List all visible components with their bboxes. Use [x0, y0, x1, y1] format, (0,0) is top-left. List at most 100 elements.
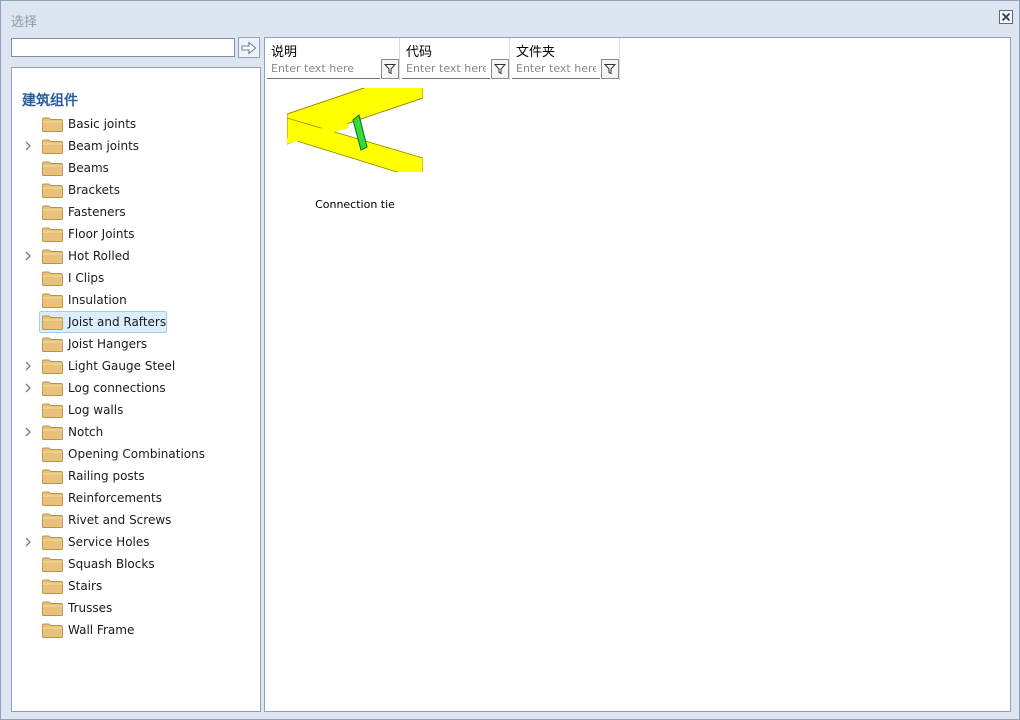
tree-item-label: Reinforcements: [68, 491, 162, 505]
tree-item-label: Beam joints: [68, 139, 140, 153]
tree-item-hot-rolled[interactable]: Hot Rolled: [12, 245, 260, 267]
tree-item-wall-frame[interactable]: Wall Frame: [12, 619, 260, 641]
column-header-1[interactable]: 说明: [265, 38, 400, 80]
chevron-right-icon[interactable]: [22, 250, 34, 262]
tree-item-label: Wall Frame: [68, 623, 135, 637]
tree-item-service-holes[interactable]: Service Holes: [12, 531, 260, 553]
tree-item-rivet-and-screws[interactable]: Rivet and Screws: [12, 509, 260, 531]
title-bar: 选择: [1, 1, 1019, 35]
column-title: 文件夹: [516, 45, 556, 60]
filter-icon: [604, 64, 616, 75]
chevron-right-icon[interactable]: [22, 536, 34, 548]
results-panel: 说明 代码 文件夹 Connection tie: [264, 37, 1011, 712]
selection-dialog: 选择 建筑组件 Basic joints Beam joints Beams Brac…: [0, 0, 1020, 720]
tree-item-label: Log walls: [68, 403, 124, 417]
tree-item-beams[interactable]: Beams: [12, 157, 260, 179]
column-title: 说明: [271, 45, 298, 60]
folder-icon: [42, 513, 63, 528]
tree-item-reinforcements[interactable]: Reinforcements: [12, 487, 260, 509]
tree-item-label: Service Holes: [68, 535, 150, 549]
tree-item-label: Beams: [68, 161, 109, 175]
filter-icon: [494, 64, 506, 75]
folder-icon: [42, 161, 63, 176]
tree-item-notch[interactable]: Notch: [12, 421, 260, 443]
column-filter-input[interactable]: [512, 59, 600, 79]
tree-item-basic-joints[interactable]: Basic joints: [12, 113, 260, 135]
folder-icon: [42, 623, 63, 638]
tree-item-joist-and-rafters[interactable]: Joist and Rafters: [12, 311, 260, 333]
chevron-right-icon[interactable]: [22, 426, 34, 438]
search-input[interactable]: [11, 38, 235, 57]
tree-item-stairs[interactable]: Stairs: [12, 575, 260, 597]
tree-item-label: Stairs: [68, 579, 103, 593]
column-filter-button[interactable]: [601, 59, 619, 79]
folder-icon: [42, 227, 63, 242]
tree-item-label: Opening Combinations: [68, 447, 205, 461]
tree-item-label: Trusses: [68, 601, 113, 615]
tree-item-insulation[interactable]: Insulation: [12, 289, 260, 311]
tree-item-log-walls[interactable]: Log walls: [12, 399, 260, 421]
tree-item-label: Railing posts: [68, 469, 145, 483]
tree-item-label: Hot Rolled: [68, 249, 130, 263]
tree-item-floor-joints[interactable]: Floor Joints: [12, 223, 260, 245]
tree-item-beam-joints[interactable]: Beam joints: [12, 135, 260, 157]
tree-item-joist-hangers[interactable]: Joist Hangers: [12, 333, 260, 355]
folder-icon: [42, 491, 63, 506]
folder-icon: [42, 535, 63, 550]
tree-item-fasteners[interactable]: Fasteners: [12, 201, 260, 223]
tree-item-brackets[interactable]: Brackets: [12, 179, 260, 201]
tree-item-label: Log connections: [68, 381, 166, 395]
arrow-right-icon: [241, 40, 257, 55]
close-button[interactable]: [999, 10, 1013, 24]
column-filter-input[interactable]: [402, 59, 490, 79]
tree-item-label: Fasteners: [68, 205, 126, 219]
tree-item-log-connections[interactable]: Log connections: [12, 377, 260, 399]
result-item-connection-tie[interactable]: Connection tie: [287, 88, 423, 218]
tree-list: Basic joints Beam joints Beams Brackets Fast…: [12, 113, 260, 641]
result-item-label: Connection tie: [315, 198, 395, 211]
tree-root-label[interactable]: 建筑组件: [22, 90, 78, 110]
tree-item-label: Light Gauge Steel: [68, 359, 176, 373]
folder-icon: [42, 337, 63, 352]
category-tree: 建筑组件 Basic joints Beam joints Beams Bracket…: [11, 67, 261, 712]
folder-icon: [42, 359, 63, 374]
tree-item-railing-posts[interactable]: Railing posts: [12, 465, 260, 487]
folder-icon: [42, 381, 63, 396]
folder-icon: [42, 601, 63, 616]
tree-item-label: Basic joints: [68, 117, 137, 131]
folder-icon: [42, 293, 63, 308]
connection-tie-thumbnail: [287, 88, 423, 172]
tree-item-label: Squash Blocks: [68, 557, 155, 571]
column-filter-button[interactable]: [491, 59, 509, 79]
filter-icon: [384, 64, 396, 75]
tree-item-trusses[interactable]: Trusses: [12, 597, 260, 619]
column-title: 代码: [406, 45, 433, 60]
folder-icon: [42, 117, 63, 132]
chevron-right-icon[interactable]: [22, 360, 34, 372]
column-header-3[interactable]: 文件夹: [510, 38, 620, 80]
tree-item-label: Brackets: [68, 183, 120, 197]
tree-item-label: Joist and Rafters: [68, 315, 167, 329]
column-filter-button[interactable]: [381, 59, 399, 79]
tree-item-i-clips[interactable]: I Clips: [12, 267, 260, 289]
window-title: 选择: [11, 15, 38, 30]
tree-item-light-gauge-steel[interactable]: Light Gauge Steel: [12, 355, 260, 377]
folder-icon: [42, 205, 63, 220]
chevron-right-icon[interactable]: [22, 140, 34, 152]
tree-item-label: Joist Hangers: [68, 337, 148, 351]
column-header-2[interactable]: 代码: [400, 38, 510, 80]
folder-icon: [42, 271, 63, 286]
folder-icon: [42, 447, 63, 462]
folder-icon: [42, 249, 63, 264]
column-filter-input[interactable]: [267, 59, 380, 79]
tree-item-label: Insulation: [68, 293, 127, 307]
search-go-button[interactable]: [238, 37, 260, 58]
folder-icon: [42, 469, 63, 484]
folder-icon: [42, 183, 63, 198]
chevron-right-icon[interactable]: [22, 382, 34, 394]
tree-item-squash-blocks[interactable]: Squash Blocks: [12, 553, 260, 575]
tree-item-label: Notch: [68, 425, 104, 439]
folder-icon: [42, 403, 63, 418]
folder-icon: [42, 425, 63, 440]
tree-item-opening-combinations[interactable]: Opening Combinations: [12, 443, 260, 465]
